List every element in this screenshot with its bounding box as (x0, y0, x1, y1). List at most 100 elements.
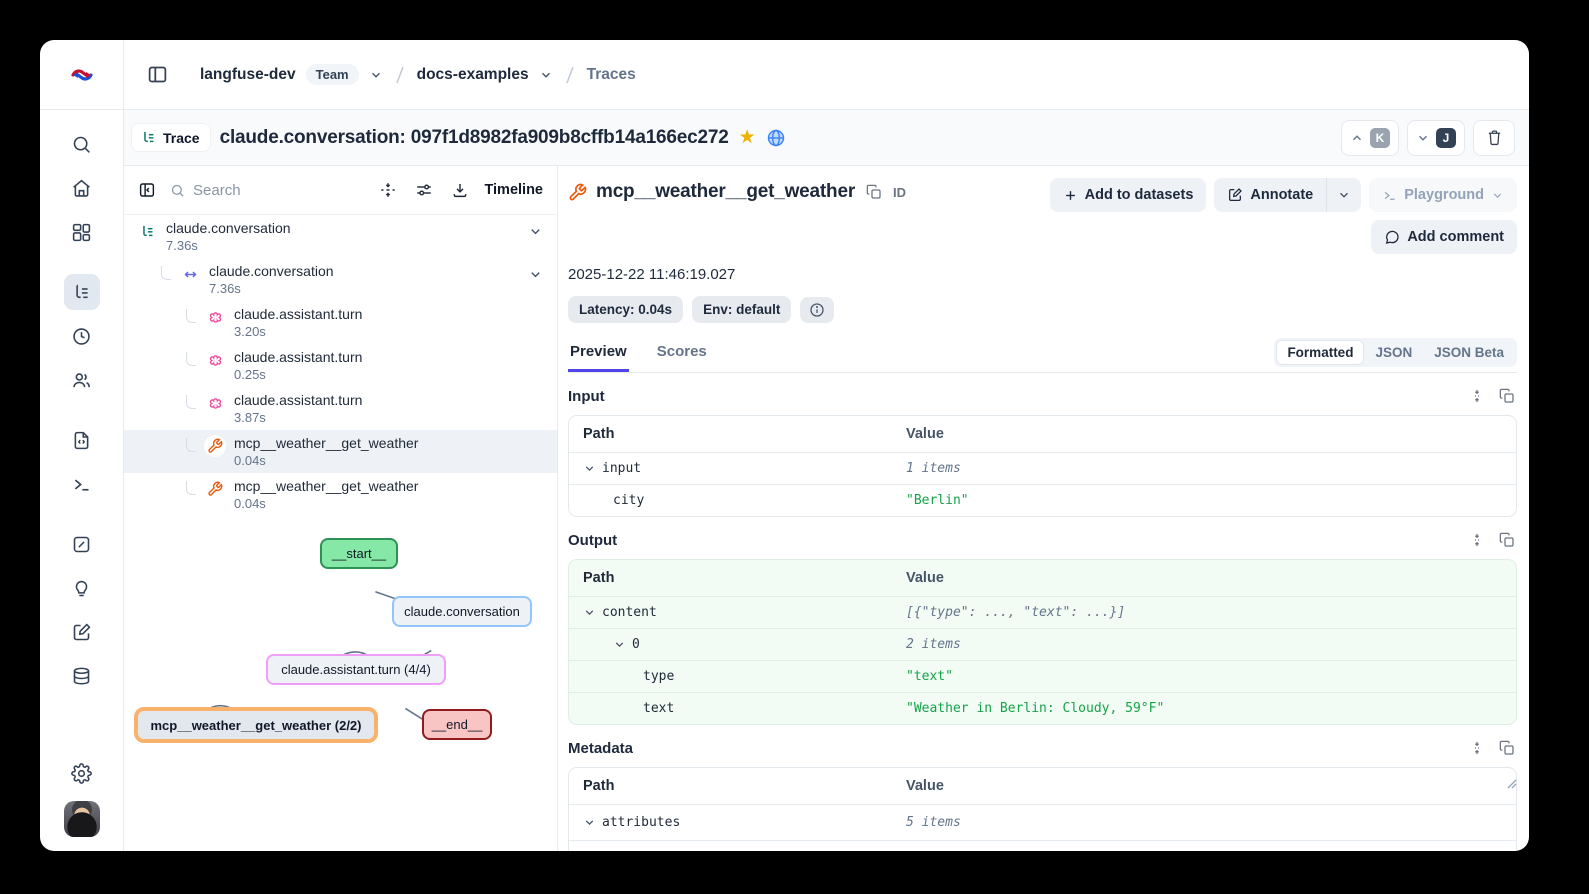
datasets-database-icon[interactable] (64, 658, 100, 694)
delete-trace-button[interactable] (1473, 119, 1515, 156)
table-row[interactable]: attributes 5 items (569, 804, 1516, 840)
timeline-toggle[interactable]: Timeline (484, 182, 543, 198)
tree-row[interactable]: mcp__weather__get_weather 0.04s (124, 473, 557, 516)
input-table: Path Value input 1 items city "Berlin" (568, 415, 1517, 517)
next-trace-button[interactable]: J (1407, 119, 1465, 156)
table-row[interactable]: text "Weather in Berlin: Cloudy, 59°F" (569, 692, 1516, 724)
tree-row[interactable]: claude.assistant.turn 0.25s (124, 344, 557, 387)
graph-node[interactable]: claude.conversation (392, 596, 532, 627)
row-path: city (613, 493, 645, 508)
fold-tree-icon[interactable] (374, 176, 402, 204)
copy-id-icon[interactable] (864, 182, 884, 202)
table-row[interactable]: input 1 items (569, 452, 1516, 484)
bookmark-star-icon[interactable]: ★ (739, 128, 756, 147)
tracing-icon[interactable] (63, 274, 100, 310)
terminal-icon (1384, 191, 1395, 200)
expand-section-icon[interactable] (1467, 530, 1487, 550)
chevron-down-icon[interactable] (528, 224, 543, 244)
table-row[interactable]: content [{"type": ..., "text": ...}] (569, 596, 1516, 628)
prompts-file-icon[interactable] (64, 422, 100, 458)
table-row[interactable]: 0 2 items (569, 628, 1516, 660)
graph-node[interactable]: mcp__weather__get_weather (2/2) (134, 707, 378, 743)
tree-row-duration: 3.87s (234, 410, 266, 425)
insights-lightbulb-icon[interactable] (64, 570, 100, 606)
user-avatar[interactable] (63, 801, 100, 837)
tree-row-label: claude.conversation (209, 263, 334, 279)
generation-icon (204, 306, 226, 328)
tool-wrench-icon (569, 183, 587, 200)
graph-node[interactable]: __end__ (422, 709, 492, 740)
playground-button[interactable]: Playground (1369, 178, 1517, 212)
tree-row[interactable]: claude.assistant.turn 3.20s (124, 301, 557, 344)
metadata-table: Path Value attributes 5 items (568, 767, 1517, 851)
breadcrumb-page[interactable]: Traces (587, 66, 636, 84)
tree-row-label: mcp__weather__get_weather (234, 478, 419, 494)
expand-section-icon[interactable] (1467, 738, 1487, 758)
trace-badge-label: Trace (163, 129, 200, 146)
row-path: type (643, 669, 675, 684)
view-settings-icon[interactable] (410, 176, 438, 204)
playground-terminal-icon[interactable] (64, 466, 100, 502)
sessions-clock-icon[interactable] (64, 318, 100, 354)
search-icon[interactable] (64, 126, 100, 162)
format-json-beta[interactable]: JSON Beta (1424, 341, 1514, 364)
expand-section-icon[interactable] (1467, 386, 1487, 406)
env-badge: Env: default (692, 296, 792, 323)
trash-icon (1488, 130, 1500, 146)
public-globe-icon[interactable] (766, 128, 786, 148)
breadcrumb-environment[interactable]: docs-examples (417, 66, 529, 84)
table-row[interactable]: type "text" (569, 660, 1516, 692)
graph-node[interactable]: claude.assistant.turn (4/4) (266, 654, 446, 685)
previous-trace-button[interactable]: K (1341, 119, 1399, 156)
info-icon[interactable] (800, 296, 835, 323)
collapse-panel-icon[interactable] (132, 175, 162, 205)
format-formatted[interactable]: Formatted (1277, 341, 1364, 364)
settings-gear-icon[interactable] (64, 755, 100, 791)
chevron-down-icon[interactable] (583, 606, 596, 619)
chevron-down-icon[interactable] (539, 68, 553, 82)
dashboard-icon[interactable] (64, 214, 100, 250)
chevron-down-icon[interactable] (613, 638, 626, 651)
table-row[interactable]: city "Berlin" (569, 484, 1516, 516)
langfuse-logo[interactable] (40, 40, 124, 109)
evaluation-icon[interactable] (64, 526, 100, 562)
graph-node-label: mcp__weather__get_weather (2/2) (150, 717, 362, 733)
tab-scores[interactable]: Scores (655, 337, 709, 372)
annotate-dropdown-button[interactable] (1326, 178, 1362, 212)
chevron-down-icon[interactable] (583, 816, 596, 829)
search-input[interactable] (193, 181, 367, 199)
chevron-down-icon[interactable] (528, 267, 543, 287)
breadcrumb-project[interactable]: langfuse-dev (200, 66, 296, 84)
graph-node-label: __start__ (331, 546, 387, 561)
tree-row-label: claude.assistant.turn (234, 392, 363, 408)
row-value: "text" (906, 669, 953, 684)
add-comment-button[interactable]: Add comment (1371, 220, 1517, 254)
tree-row[interactable]: claude.assistant.turn 3.87s (124, 387, 557, 430)
tree-connector (186, 395, 196, 409)
annotate-button[interactable]: Annotate (1214, 178, 1327, 212)
team-badge: Team (305, 64, 359, 85)
download-icon[interactable] (446, 176, 474, 204)
resize-handle[interactable] (1507, 776, 1517, 794)
tree-row[interactable]: claude.conversation 7.36s (124, 258, 557, 301)
home-icon[interactable] (64, 170, 100, 206)
tree-row-duration: 0.25s (234, 367, 266, 382)
users-icon[interactable] (64, 362, 100, 398)
sidebar-toggle-icon[interactable] (140, 58, 174, 92)
chevron-down-icon[interactable] (369, 68, 383, 82)
tree-search[interactable] (170, 181, 367, 199)
tree-row[interactable]: mcp__weather__get_weather 0.04s (124, 430, 557, 473)
annotation-icon[interactable] (64, 614, 100, 650)
agent-graph[interactable]: __start__ claude.conversation claude.ass… (124, 516, 557, 851)
copy-section-icon[interactable] (1497, 530, 1517, 550)
format-json[interactable]: JSON (1365, 341, 1422, 364)
copy-section-icon[interactable] (1497, 386, 1517, 406)
tab-preview[interactable]: Preview (568, 337, 629, 372)
copy-section-icon[interactable] (1497, 738, 1517, 758)
chevron-down-icon[interactable] (583, 462, 596, 475)
input-section-title: Input (568, 387, 605, 405)
add-to-datasets-button[interactable]: Add to datasets (1049, 178, 1207, 212)
tree-row[interactable]: claude.conversation 7.36s (124, 215, 557, 258)
app-window: langfuse-dev Team docs-examples Traces T… (40, 40, 1529, 851)
graph-node[interactable]: __start__ (320, 538, 398, 569)
